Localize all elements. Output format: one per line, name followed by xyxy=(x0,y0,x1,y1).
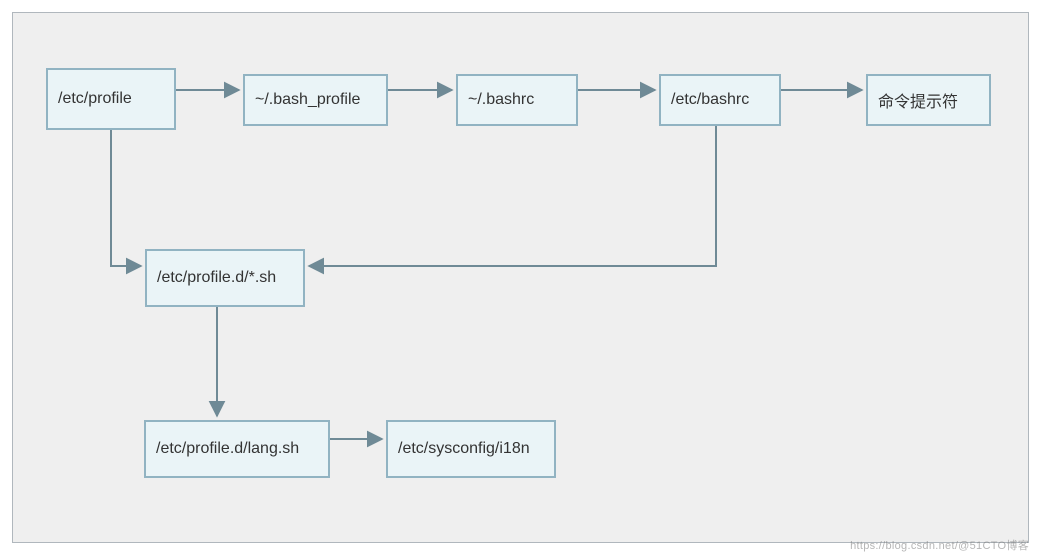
edge-profile-to-profiled xyxy=(111,130,141,266)
node-etc-profile: /etc/profile xyxy=(46,68,176,130)
node-label: ~/.bash_profile xyxy=(255,91,360,109)
node-i18n: /etc/sysconfig/i18n xyxy=(386,420,556,478)
node-label: 命令提示符 xyxy=(878,88,958,112)
node-label: /etc/profile xyxy=(58,90,132,108)
node-label: ~/.bashrc xyxy=(468,91,534,109)
edge-etcbashrc-to-profiled xyxy=(309,126,716,266)
node-label: /etc/sysconfig/i18n xyxy=(398,440,530,458)
diagram-frame: /etc/profile ~/.bash_profile ~/.bashrc /… xyxy=(12,12,1029,543)
node-bashrc: ~/.bashrc xyxy=(456,74,578,126)
node-label: /etc/profile.d/lang.sh xyxy=(156,440,299,458)
node-profile-d-lang: /etc/profile.d/lang.sh xyxy=(144,420,330,478)
node-label: /etc/bashrc xyxy=(671,91,749,109)
node-prompt: 命令提示符 xyxy=(866,74,991,126)
node-etc-bashrc: /etc/bashrc xyxy=(659,74,781,126)
node-bash-profile: ~/.bash_profile xyxy=(243,74,388,126)
node-label: /etc/profile.d/*.sh xyxy=(157,269,276,287)
node-profile-d-sh: /etc/profile.d/*.sh xyxy=(145,249,305,307)
watermark: https://blog.csdn.net/@51CTO博客 xyxy=(850,537,1029,553)
